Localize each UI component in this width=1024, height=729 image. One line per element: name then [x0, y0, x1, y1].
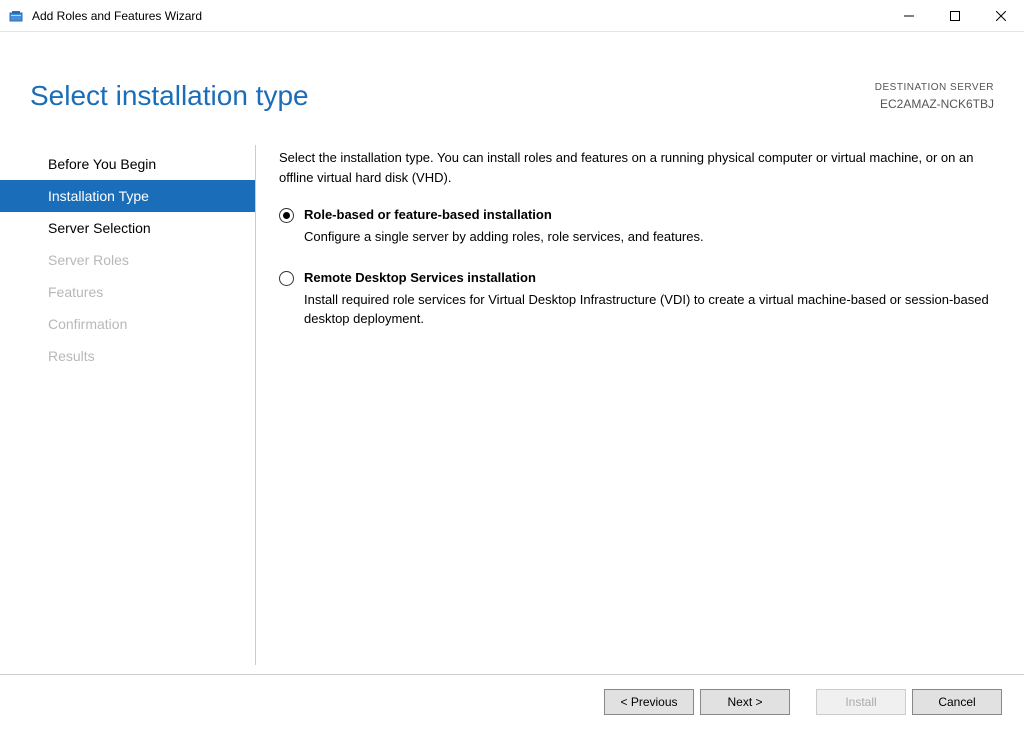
titlebar-controls — [886, 0, 1024, 32]
option-text: Role-based or feature-based installation… — [304, 205, 994, 246]
option-desc: Install required role services for Virtu… — [304, 290, 994, 329]
sidebar-item-results: Results — [0, 340, 255, 372]
close-button[interactable] — [978, 0, 1024, 32]
sidebar-separator — [255, 145, 256, 665]
option-remote-desktop[interactable]: Remote Desktop Services installation Ins… — [279, 268, 994, 329]
next-button[interactable]: Next > — [700, 689, 790, 715]
sidebar-item-installation-type[interactable]: Installation Type — [0, 180, 255, 212]
destination-server: DESTINATION SERVER EC2AMAZ-NCK6TBJ — [875, 80, 994, 113]
sidebar-item-label: Server Selection — [48, 220, 151, 236]
button-label: Install — [845, 695, 876, 709]
option-title: Remote Desktop Services installation — [304, 268, 994, 288]
window-title: Add Roles and Features Wizard — [32, 9, 202, 23]
sidebar-item-confirmation: Confirmation — [0, 308, 255, 340]
main-content: Select the installation type. You can in… — [255, 144, 994, 674]
body-area: Before You Begin Installation Type Serve… — [0, 144, 1024, 674]
button-label: Next > — [727, 695, 762, 709]
option-role-based[interactable]: Role-based or feature-based installation… — [279, 205, 994, 246]
sidebar-item-label: Server Roles — [48, 252, 129, 268]
option-desc: Configure a single server by adding role… — [304, 227, 994, 247]
cancel-button[interactable]: Cancel — [912, 689, 1002, 715]
titlebar-left: Add Roles and Features Wizard — [8, 8, 202, 24]
header: Select installation type DESTINATION SER… — [0, 32, 1024, 144]
page-title: Select installation type — [30, 80, 309, 112]
minimize-button[interactable] — [886, 0, 932, 32]
radio-role-based[interactable] — [279, 208, 294, 223]
previous-button[interactable]: < Previous — [604, 689, 694, 715]
sidebar-item-label: Before You Begin — [48, 156, 156, 172]
button-label: Cancel — [938, 695, 975, 709]
sidebar-item-label: Results — [48, 348, 95, 364]
sidebar-item-server-roles: Server Roles — [0, 244, 255, 276]
sidebar-item-label: Features — [48, 284, 103, 300]
option-text: Remote Desktop Services installation Ins… — [304, 268, 994, 329]
sidebar-item-server-selection[interactable]: Server Selection — [0, 212, 255, 244]
sidebar-item-label: Confirmation — [48, 316, 127, 332]
sidebar-item-features: Features — [0, 276, 255, 308]
footer: < Previous Next > Install Cancel — [0, 674, 1024, 729]
destination-server-label: DESTINATION SERVER — [875, 80, 994, 95]
titlebar: Add Roles and Features Wizard — [0, 0, 1024, 32]
destination-server-name: EC2AMAZ-NCK6TBJ — [875, 95, 994, 113]
app-icon — [8, 8, 24, 24]
button-label: < Previous — [620, 695, 677, 709]
option-title: Role-based or feature-based installation — [304, 205, 994, 225]
sidebar: Before You Begin Installation Type Serve… — [0, 144, 255, 674]
maximize-button[interactable] — [932, 0, 978, 32]
radio-remote-desktop[interactable] — [279, 271, 294, 286]
install-button: Install — [816, 689, 906, 715]
sidebar-item-before-you-begin[interactable]: Before You Begin — [0, 148, 255, 180]
intro-text: Select the installation type. You can in… — [279, 148, 994, 187]
sidebar-item-label: Installation Type — [48, 188, 149, 204]
